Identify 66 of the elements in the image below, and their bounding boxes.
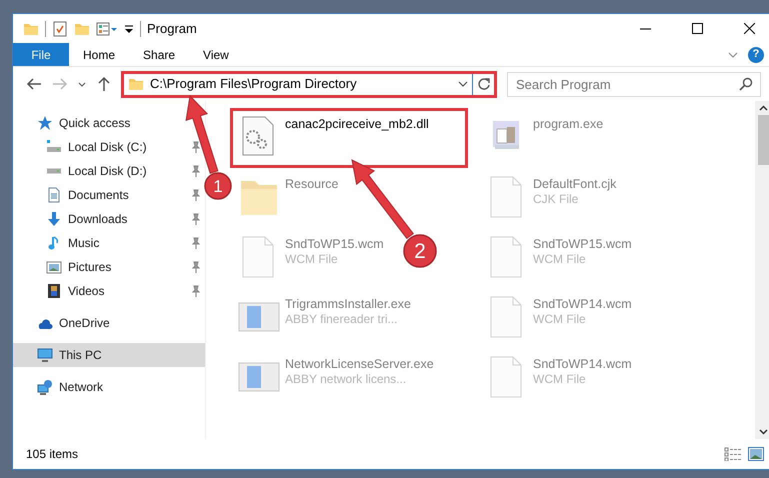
scrollbar[interactable] (755, 101, 769, 439)
computer-icon (37, 347, 53, 363)
ribbon-tab[interactable]: Home (69, 43, 130, 66)
nav-item[interactable]: Pictures (22, 255, 116, 279)
large-icons-view-icon[interactable] (748, 447, 764, 461)
scroll-thumb[interactable] (758, 115, 769, 165)
ribbon-tab[interactable]: Share (129, 43, 190, 66)
drive-icon (46, 168, 62, 174)
folder-icon (128, 76, 144, 92)
nav-item[interactable]: Local Disk (C:) (22, 135, 151, 159)
file-item[interactable]: SndToWP15.wcm WCM File (230, 228, 391, 288)
file-item[interactable]: SndToWP15.wcm WCM File (478, 228, 639, 288)
dropdown-icon[interactable] (124, 22, 134, 34)
pin-icon[interactable] (191, 237, 201, 249)
nav-item[interactable]: Music (22, 231, 104, 255)
pin-icon[interactable] (191, 165, 201, 177)
pin-icon[interactable] (191, 189, 201, 201)
maximize-icon[interactable] (692, 23, 702, 34)
file-item[interactable]: TrigrammsInstaller.exe ABBY finereader tri... (230, 288, 418, 348)
chevron-icon[interactable] (78, 82, 86, 86)
pin-icon[interactable] (191, 285, 201, 297)
nav-item[interactable]: This PC (13, 343, 205, 367)
file-item[interactable]: SndToWP14.wcm WCM File (478, 288, 639, 348)
file-item[interactable]: DefaultFont.cjk CJK File (478, 168, 624, 228)
refresh-icon[interactable] (476, 77, 490, 91)
file-item[interactable]: NetworkLicenseServer.exe ABBY network licens... (230, 348, 441, 408)
details-view-icon[interactable] (724, 447, 742, 461)
view-icon[interactable] (96, 20, 118, 36)
dropdown-icon[interactable] (458, 81, 468, 87)
film-icon (46, 283, 62, 299)
file-item[interactable]: Resource (230, 168, 346, 228)
properties-icon[interactable] (52, 20, 68, 36)
drive-icon (46, 139, 62, 155)
help-button[interactable]: ? (748, 46, 764, 62)
pin-icon[interactable] (191, 141, 201, 153)
step-badge: 2 (403, 234, 437, 268)
close-icon[interactable] (744, 23, 754, 34)
step-badge: 1 (204, 172, 232, 200)
up-icon[interactable] (96, 76, 112, 92)
nav-item[interactable]: Documents (22, 183, 133, 207)
file-item[interactable]: program.exe (478, 108, 610, 168)
nav-item[interactable]: Local Disk (D:) (22, 159, 151, 183)
star-icon (37, 115, 53, 131)
item-count: 105 items (26, 446, 78, 463)
network-icon (37, 379, 53, 395)
window-title: Program (147, 20, 197, 38)
download-icon (46, 211, 62, 227)
minimize-icon[interactable] (640, 28, 650, 30)
search-icon[interactable] (739, 76, 753, 90)
chevron-icon[interactable] (728, 52, 738, 58)
nav-item[interactable]: Quick access (13, 111, 134, 135)
nav-item[interactable]: Downloads (22, 207, 132, 231)
pin-icon[interactable] (191, 261, 201, 273)
nav-item[interactable]: Network (13, 375, 108, 399)
file-item[interactable]: canac2pcireceive_mb2.dll (230, 108, 468, 168)
address-bar[interactable]: C:\Program Files\Program Directory (124, 74, 472, 94)
search-field[interactable]: Search Program (507, 72, 761, 96)
nav-item[interactable]: Videos (22, 279, 108, 303)
file-item[interactable]: SndToWP14.wcm WCM File (478, 348, 639, 408)
document-icon (46, 187, 62, 203)
ribbon-tab[interactable]: View (189, 43, 243, 66)
nav-item[interactable]: OneDrive (13, 311, 114, 335)
back-icon[interactable] (26, 76, 42, 92)
file-menu-button[interactable]: File (13, 43, 69, 66)
pin-icon[interactable] (191, 213, 201, 225)
picture-icon (46, 259, 62, 275)
